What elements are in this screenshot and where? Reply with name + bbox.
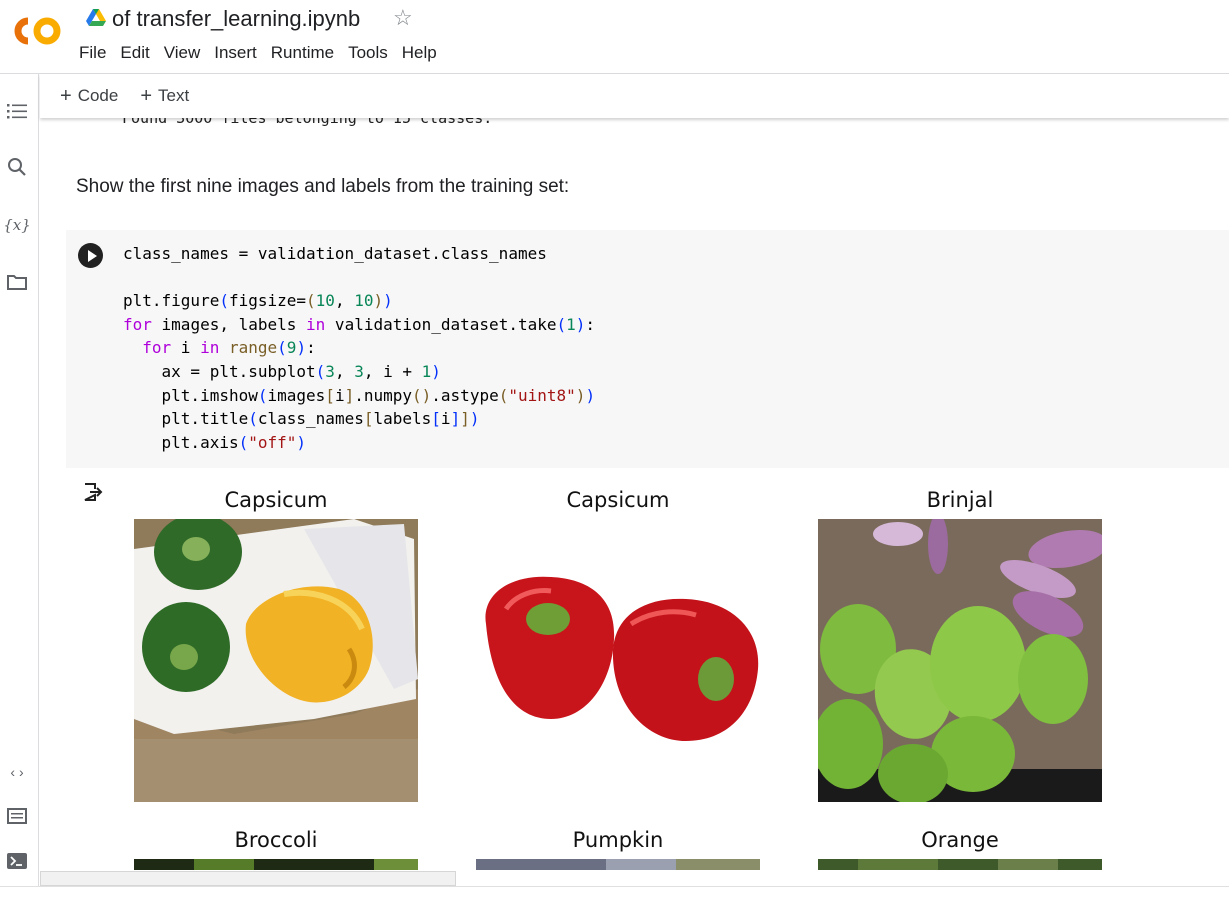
- subplot-image-broccoli: [134, 859, 418, 870]
- menu-edit[interactable]: Edit: [113, 42, 156, 64]
- horizontal-scrollbar[interactable]: [40, 871, 456, 886]
- left-sidebar: {x} ‹ ›: [0, 74, 39, 886]
- star-icon[interactable]: ☆: [393, 5, 413, 31]
- menu-help[interactable]: Help: [395, 42, 444, 64]
- add-text-button[interactable]: + Text: [140, 85, 189, 108]
- search-icon[interactable]: [5, 155, 29, 179]
- header: of transfer_learning.ipynb ☆ File Edit V…: [0, 0, 1229, 74]
- code-snippets-icon[interactable]: ‹ ›: [5, 760, 29, 784]
- variables-icon[interactable]: {x}: [3, 213, 31, 237]
- code-line: plt.title(class_names[labels[i]]): [123, 409, 480, 429]
- subplot-title: Orange: [921, 828, 999, 852]
- plus-icon: +: [140, 84, 153, 107]
- add-text-label: Text: [158, 86, 190, 105]
- code-cell[interactable]: class_names = validation_dataset.class_n…: [66, 230, 1229, 468]
- status-footer: [0, 886, 1229, 910]
- subplot-image-capsicum-2: [476, 519, 760, 802]
- subplot-title: Broccoli: [234, 828, 318, 852]
- subplot-image-orange: [818, 859, 1102, 870]
- code-line: ax = plt.subplot(3, 3, i + 1): [123, 361, 441, 381]
- menu-insert[interactable]: Insert: [207, 42, 264, 64]
- table-of-contents-icon[interactable]: [5, 99, 29, 123]
- subplot-title: Brinjal: [926, 488, 994, 512]
- menu-runtime[interactable]: Runtime: [264, 42, 341, 64]
- add-code-button[interactable]: + Code: [60, 85, 118, 108]
- code-line: plt.figure(figsize=(10, 10)): [123, 291, 393, 311]
- notebook-content: Found 3000 files belonging to 15 classes…: [40, 118, 1229, 870]
- terminal-icon[interactable]: [5, 849, 29, 873]
- menu-view[interactable]: View: [157, 42, 208, 64]
- notebook-toolbar: + Code + Text: [40, 74, 1229, 118]
- code-line: for i in range(9):: [142, 338, 316, 358]
- menu-bar: File Edit View Insert Runtime Tools Help: [72, 42, 444, 64]
- files-icon[interactable]: [5, 270, 29, 294]
- colab-logo[interactable]: [8, 14, 64, 48]
- menu-tools[interactable]: Tools: [341, 42, 395, 64]
- previous-cell-output: Found 3000 files belonging to 15 classes…: [122, 118, 493, 127]
- code-line: class_names = validation_dataset.class_n…: [123, 244, 547, 263]
- code-line: plt.imshow(images[i].numpy().astype("uin…: [123, 385, 596, 405]
- command-palette-icon[interactable]: [5, 804, 29, 828]
- subplot-title: Pumpkin: [572, 828, 664, 852]
- subplot-image-capsicum-1: [134, 519, 418, 802]
- add-code-label: Code: [77, 86, 119, 105]
- subplot-title: Capsicum: [566, 488, 670, 512]
- subplot-image-brinjal: [818, 519, 1102, 802]
- code-line: for images, labels in validation_dataset…: [123, 314, 596, 334]
- code-line: plt.axis("off"): [123, 432, 307, 452]
- google-drive-icon[interactable]: [86, 9, 106, 27]
- subplot-title: Capsicum: [224, 488, 328, 512]
- menu-file[interactable]: File: [72, 42, 113, 64]
- notebook-title[interactable]: of transfer_learning.ipynb: [112, 6, 360, 32]
- markdown-cell[interactable]: Show the first nine images and labels fr…: [76, 176, 569, 198]
- plus-icon: +: [60, 84, 72, 107]
- code-editor[interactable]: class_names = validation_dataset.class_n…: [123, 242, 595, 454]
- output-redirect-icon[interactable]: [82, 481, 104, 503]
- subplot-image-pumpkin: [476, 859, 760, 870]
- run-cell-button[interactable]: [78, 243, 103, 268]
